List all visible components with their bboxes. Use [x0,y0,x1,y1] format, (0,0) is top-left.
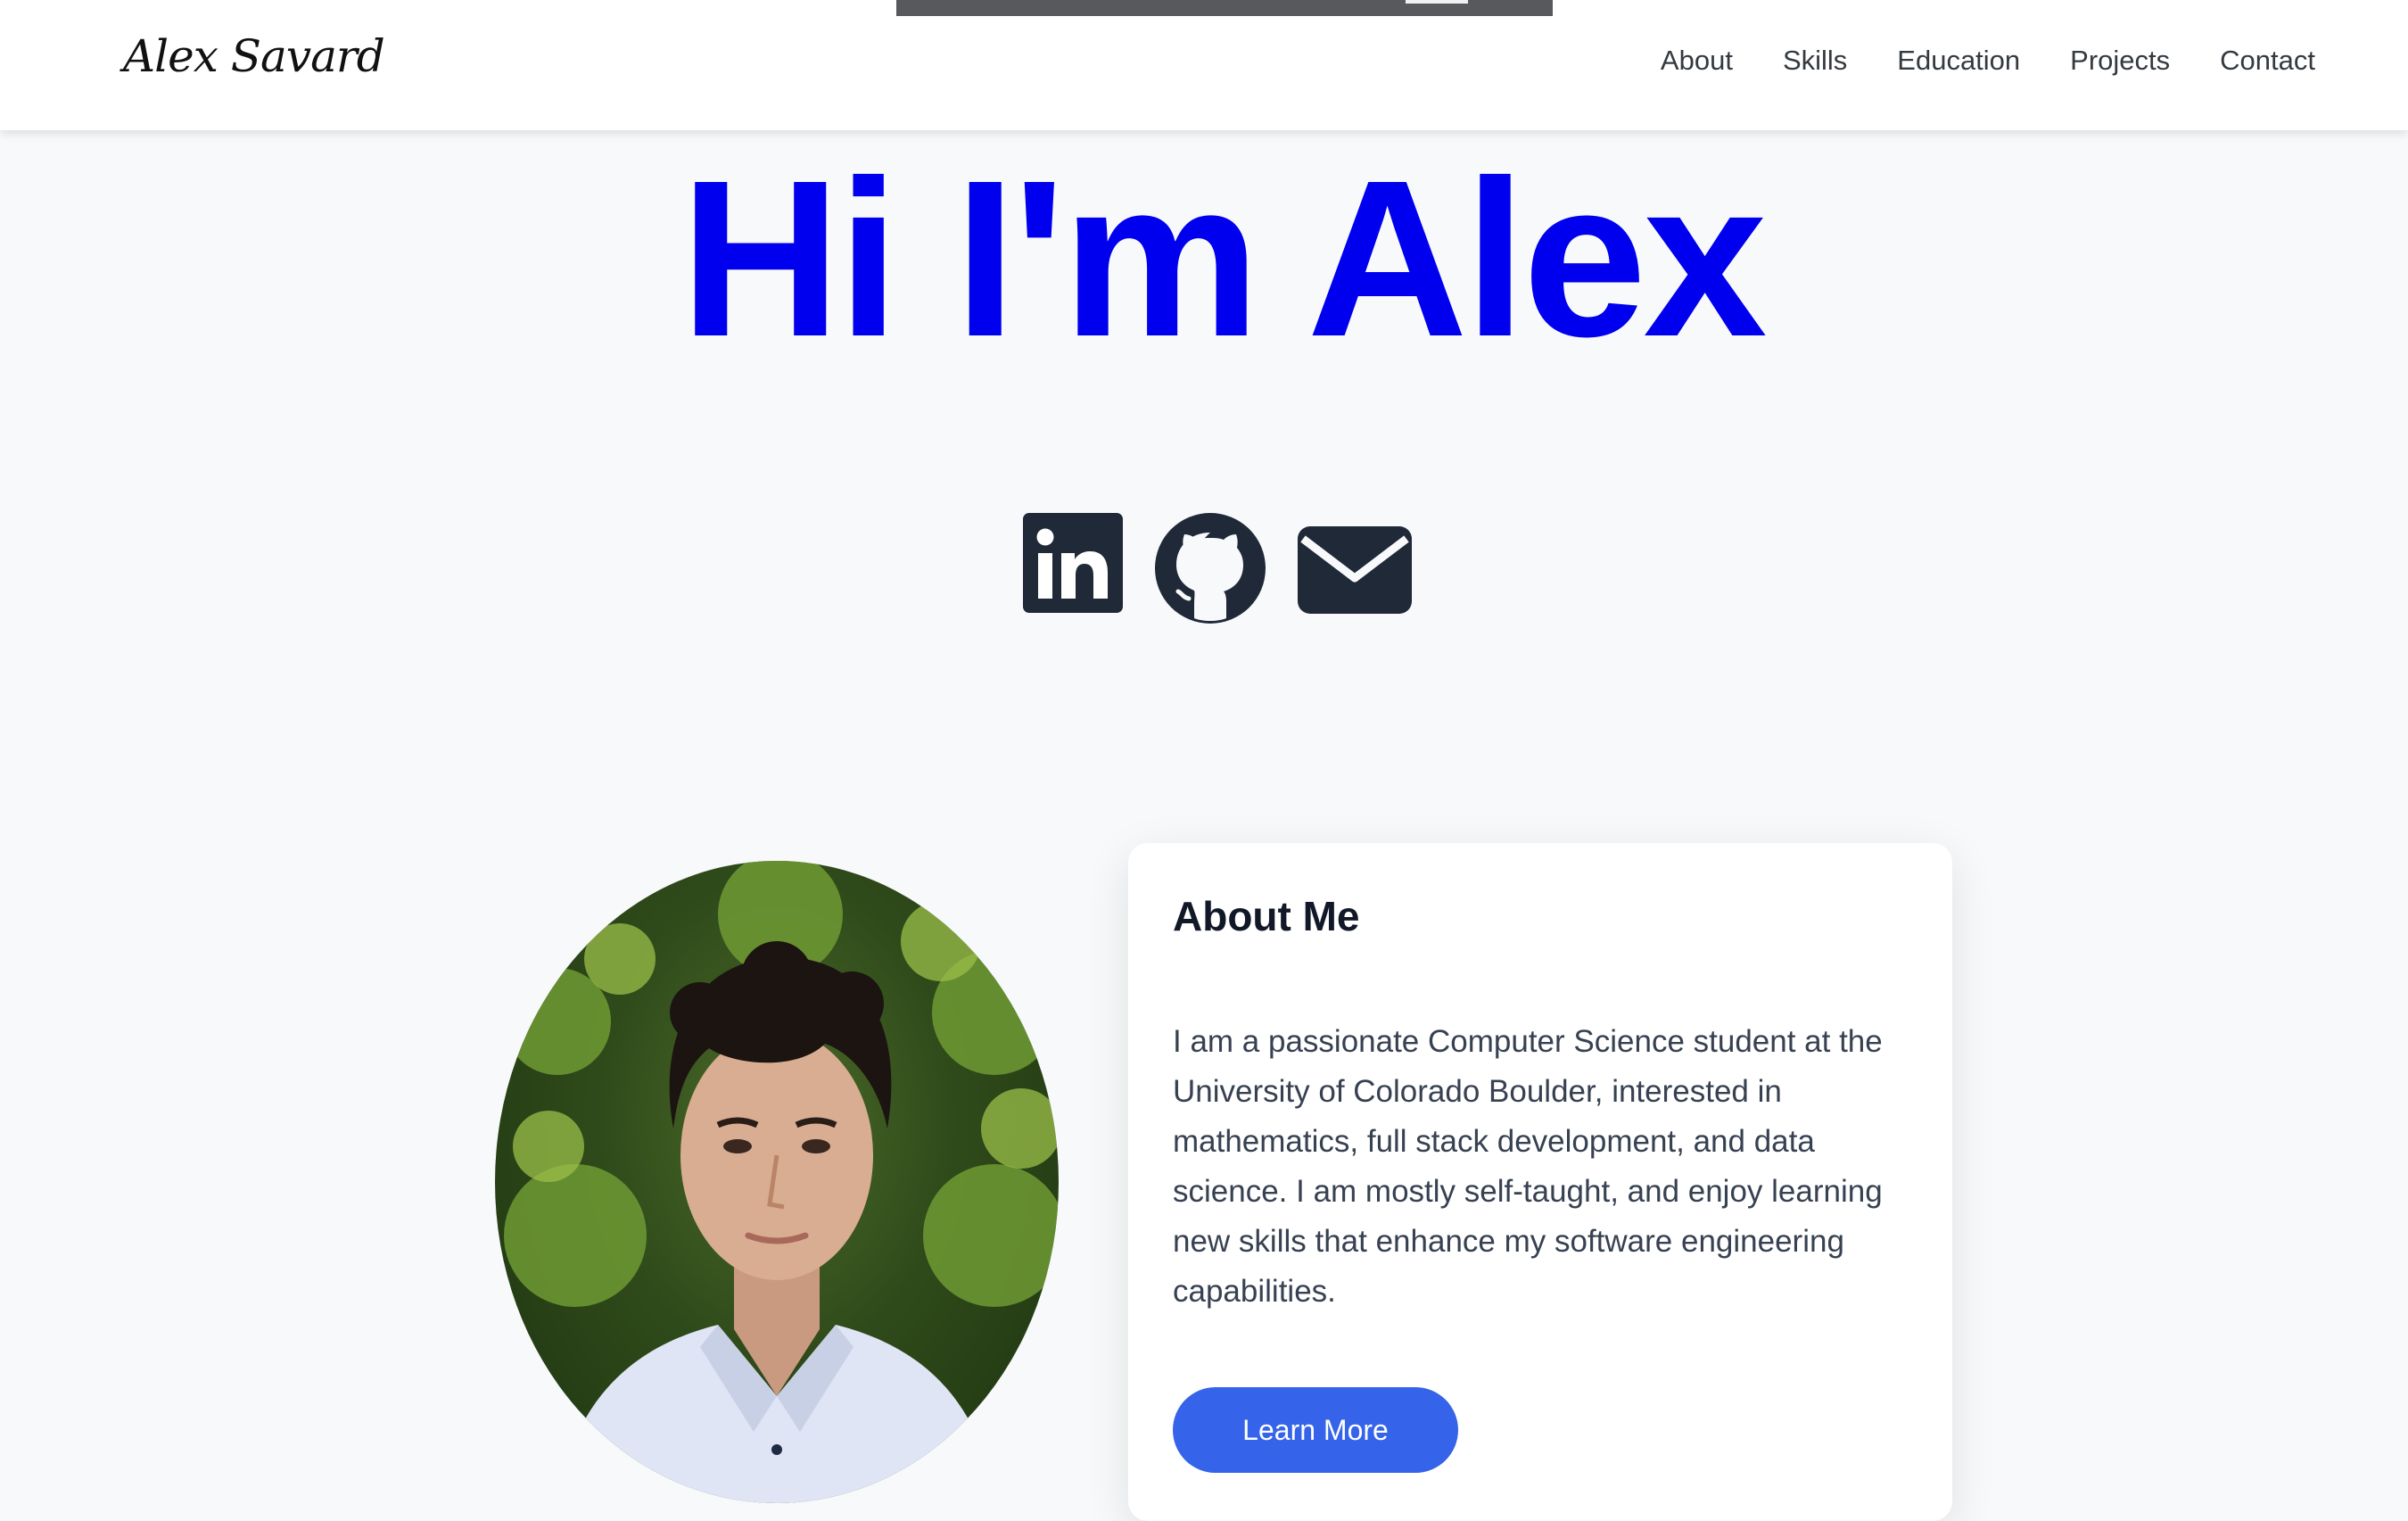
email-link[interactable] [1298,513,1412,628]
about-card: About Me I am a passionate Computer Scie… [1128,843,1952,1521]
github-link[interactable] [1155,513,1266,628]
social-links [0,513,2408,628]
envelope-icon [1298,526,1412,614]
about-description: I am a passionate Computer Science stude… [1173,1024,1883,1309]
nav-links: About Skills Education Projects Contact [1661,45,2315,77]
overlay-toolbar-handle[interactable] [1406,0,1468,4]
nav-link-contact[interactable]: Contact [2220,45,2315,77]
linkedin-icon [1023,513,1123,613]
nav-link-skills[interactable]: Skills [1783,45,1847,77]
about-title: About Me [1173,893,1360,939]
nav-link-projects[interactable]: Projects [2070,45,2170,77]
github-icon [1155,513,1266,624]
overlay-toolbar [896,0,1553,16]
profile-photo [495,861,1059,1503]
linkedin-link[interactable] [1023,513,1123,628]
profile-photo-illustration [504,861,1059,1503]
hero-title: Hi I'm Alex [680,134,1768,383]
nav-link-about[interactable]: About [1661,45,1733,77]
brand-logo[interactable]: Alex Savard [123,30,385,82]
learn-more-button[interactable]: Learn More [1173,1387,1458,1473]
navbar: Alex Savard About Skills Education Proje… [0,0,2408,130]
nav-link-education[interactable]: Education [1897,45,2020,77]
